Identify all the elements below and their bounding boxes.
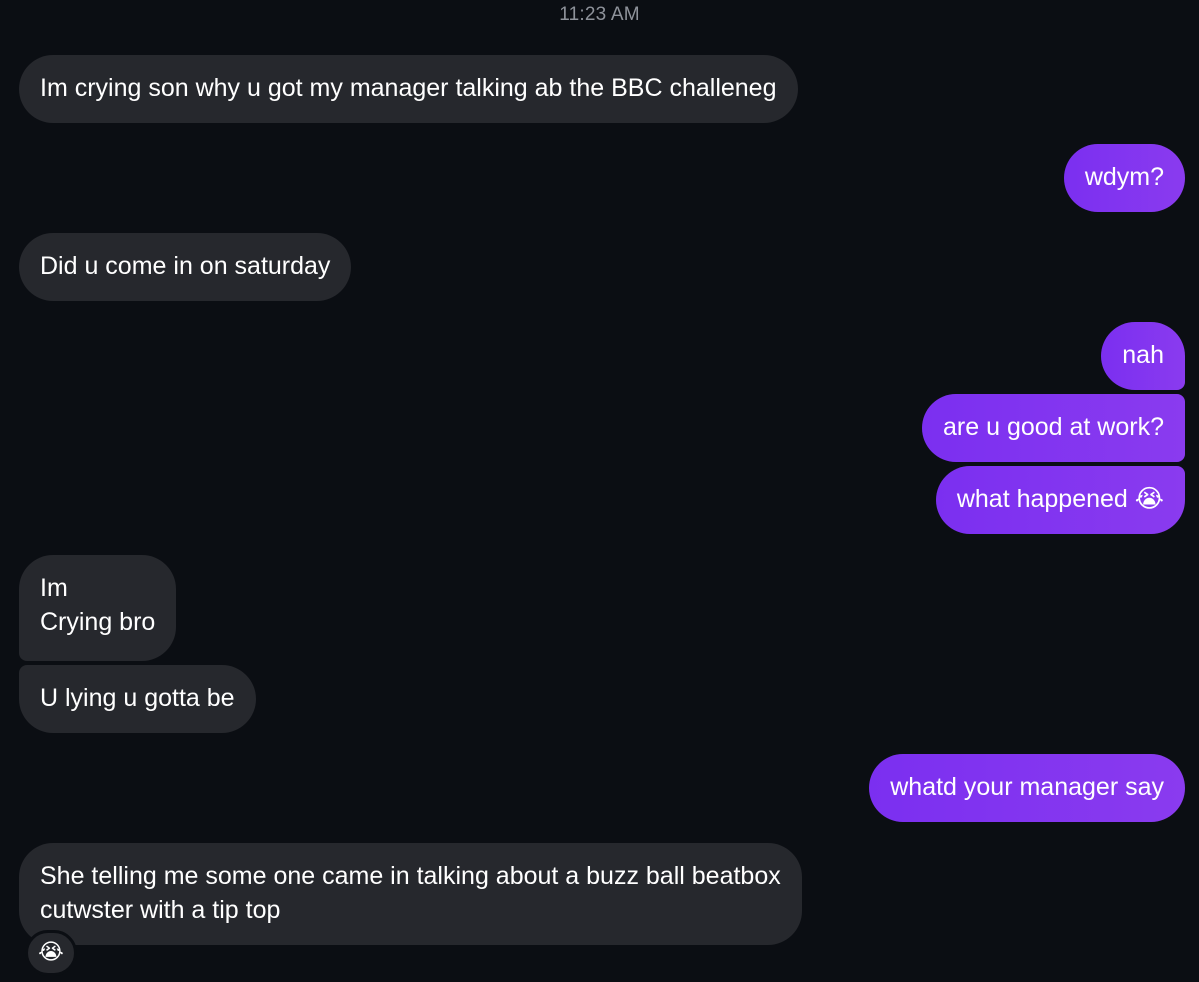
message-bubble-incoming[interactable]: Did u come in on saturday [19, 233, 352, 301]
message-bubble-incoming[interactable]: Im crying son why u got my manager talki… [19, 55, 798, 123]
message-bubble-outgoing[interactable]: are u good at work? [922, 394, 1185, 462]
message-bubble-outgoing[interactable]: nah [1101, 322, 1185, 390]
message-bubble-outgoing[interactable]: what happened 😭 [935, 466, 1185, 534]
message-bubble-incoming[interactable]: She telling me some one came in talking … [19, 843, 802, 945]
message-bubble-outgoing[interactable]: whatd your manager say [869, 754, 1185, 822]
message-bubble-outgoing[interactable]: wdym? [1063, 144, 1185, 212]
message-timestamp: 11:23 AM [559, 4, 640, 25]
crying-face-icon: 😭 [38, 940, 64, 965]
message-bubble-incoming[interactable]: U lying u gotta be [19, 665, 256, 733]
message-bubble-incoming[interactable]: Im Crying bro [19, 555, 177, 661]
reaction-badge[interactable]: 😭 [25, 930, 77, 976]
